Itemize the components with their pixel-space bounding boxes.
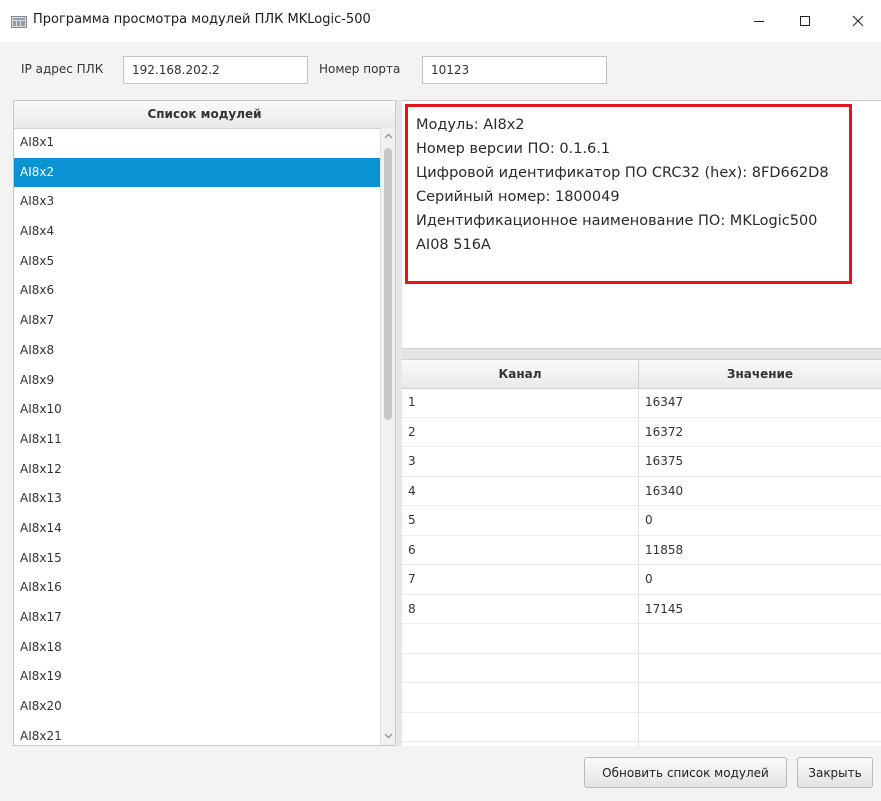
minimize-icon xyxy=(754,21,764,22)
module-list-item[interactable]: AI8x4 xyxy=(14,217,380,247)
channel-cell xyxy=(402,654,638,684)
table-row[interactable]: 3 16375 xyxy=(402,447,881,477)
channel-cell: 1 xyxy=(408,395,416,409)
module-list-item[interactable]: AI8x3 xyxy=(14,187,380,217)
table-row[interactable]: 6 11858 xyxy=(402,536,881,565)
horizontal-splitter[interactable] xyxy=(402,348,881,360)
module-list-item[interactable]: AI8x21 xyxy=(14,722,380,745)
ip-address-input[interactable] xyxy=(123,56,308,84)
table-row[interactable]: 8 17145 xyxy=(402,595,881,624)
close-button[interactable]: Закрыть xyxy=(797,757,873,788)
channel-cell: 8 xyxy=(408,601,416,616)
channel-cell xyxy=(402,713,638,743)
module-info-line: Цифровой идентификатор ПО CRC32 (hex): 8… xyxy=(416,165,829,181)
module-list-item[interactable]: AI8x1 xyxy=(14,128,380,158)
app-icon xyxy=(11,16,27,28)
module-list-item[interactable]: AI8x17 xyxy=(14,603,380,633)
scroll-down-icon[interactable] xyxy=(384,731,393,740)
module-list-item[interactable]: AI8x14 xyxy=(14,514,380,544)
module-info-line: Модуль: AI8x2 xyxy=(416,117,525,133)
module-list-item[interactable]: AI8x20 xyxy=(14,692,380,722)
value-cell: 16372 xyxy=(645,424,684,439)
table-row[interactable] xyxy=(402,654,881,684)
module-info-line: Идентификационное наименование ПО: MKLog… xyxy=(416,213,818,229)
module-info-line: Серийный номер: 1800049 xyxy=(416,189,620,205)
module-info-line: Номер версии ПО: 0.1.6.1 xyxy=(416,141,611,157)
module-list-item[interactable]: AI8x16 xyxy=(14,573,380,603)
module-list-header: Список модулей xyxy=(14,101,395,129)
refresh-modules-button[interactable]: Обновить список модулей xyxy=(584,757,787,788)
value-cell: 16347 xyxy=(645,395,684,409)
channel-cell: 7 xyxy=(408,572,416,586)
module-list-item[interactable]: AI8x8 xyxy=(14,336,380,366)
channel-cell: 5 xyxy=(408,513,416,527)
maximize-icon xyxy=(800,16,810,26)
scroll-up-icon[interactable] xyxy=(384,132,393,141)
table-row[interactable]: 4 16340 xyxy=(402,477,881,506)
module-list-item[interactable]: AI8x6 xyxy=(14,276,380,306)
module-list-item[interactable]: AI8x18 xyxy=(14,633,380,663)
value-cell xyxy=(639,624,881,654)
channel-cell xyxy=(402,683,638,713)
table-row[interactable] xyxy=(402,713,881,743)
module-list-item[interactable]: AI8x15 xyxy=(14,544,380,574)
module-list-item[interactable]: AI8x11 xyxy=(14,425,380,455)
module-list-panel: Список модулей AI8x1 AI8x2 AI8x3 AI8x4 AI8x5… xyxy=(13,100,396,746)
table-row[interactable]: 50 xyxy=(402,506,881,536)
value-cell xyxy=(639,654,881,684)
minimize-button[interactable] xyxy=(736,0,782,42)
column-divider xyxy=(638,388,639,746)
value-cell: 17145 xyxy=(645,601,684,616)
connection-bar: IP адрес ПЛК Номер порта xyxy=(0,42,881,98)
table-row[interactable] xyxy=(402,624,881,654)
channel-cell: 6 xyxy=(408,542,416,557)
ip-label: IP адрес ПЛК xyxy=(21,62,104,76)
module-list-item[interactable]: AI8x10 xyxy=(14,395,380,425)
module-info-line: AI08 516A xyxy=(416,237,491,253)
module-list-scrollbar[interactable] xyxy=(380,128,395,745)
module-list: AI8x1 AI8x2 AI8x3 AI8x4 AI8x5 AI8x6 AI8x7 AI8x8… xyxy=(14,128,380,745)
module-info-box: Модуль: AI8x2 Номер версии ПО: 0.1.6.1 Циф… xyxy=(405,104,852,284)
table-row[interactable]: 2 16372 xyxy=(402,418,881,447)
value-cell xyxy=(639,683,881,713)
module-info-area: Модуль: AI8x2 Номер версии ПО: 0.1.6.1 Циф… xyxy=(402,100,881,348)
column-header-value[interactable]: Значение xyxy=(639,360,881,388)
value-cell: 16340 xyxy=(645,483,684,498)
table-row[interactable] xyxy=(402,683,881,713)
window-title: Программа просмотра модулей ПЛК MKLogic-… xyxy=(33,12,371,27)
maximize-button[interactable] xyxy=(782,0,828,42)
module-list-item[interactable]: AI8x12 xyxy=(14,455,380,485)
app-window: Программа просмотра модулей ПЛК MKLogic-… xyxy=(0,0,881,801)
value-cell: 16375 xyxy=(645,454,684,468)
port-input[interactable] xyxy=(422,56,607,84)
value-cell: 0 xyxy=(645,572,653,586)
port-label: Номер порта xyxy=(319,62,401,76)
title-bar[interactable]: Программа просмотра модулей ПЛК MKLogic-… xyxy=(0,0,881,42)
value-cell xyxy=(639,713,881,743)
channel-cell: 2 xyxy=(408,424,416,439)
channel-cell xyxy=(402,624,638,654)
close-window-button[interactable] xyxy=(835,0,881,42)
channel-cell: 3 xyxy=(408,454,416,468)
value-cell: 11858 xyxy=(645,542,684,557)
channel-table: Канал Значение 1 16347 2 16372 3 16375 4 16340 5… xyxy=(402,360,881,746)
table-row[interactable]: 70 xyxy=(402,565,881,595)
channel-cell: 4 xyxy=(408,483,416,498)
channel-table-body: 1 16347 2 16372 3 16375 4 16340 5 0 6 11858 7 0 8 17145 xyxy=(402,388,881,742)
module-list-item[interactable]: AI8x19 xyxy=(14,662,380,692)
module-list-item[interactable]: AI8x5 xyxy=(14,247,380,277)
table-row[interactable]: 1 16347 xyxy=(402,388,881,418)
close-icon xyxy=(852,15,864,27)
module-list-item[interactable]: AI8x9 xyxy=(14,366,380,396)
column-header-channel[interactable]: Канал xyxy=(402,360,639,388)
module-list-item[interactable]: AI8x13 xyxy=(14,484,380,514)
module-list-item[interactable]: AI8x2 xyxy=(14,157,380,188)
module-list-item[interactable]: AI8x7 xyxy=(14,306,380,336)
value-cell: 0 xyxy=(645,513,653,527)
scroll-thumb[interactable] xyxy=(384,148,392,420)
channel-table-header: Канал Значение xyxy=(402,360,881,389)
